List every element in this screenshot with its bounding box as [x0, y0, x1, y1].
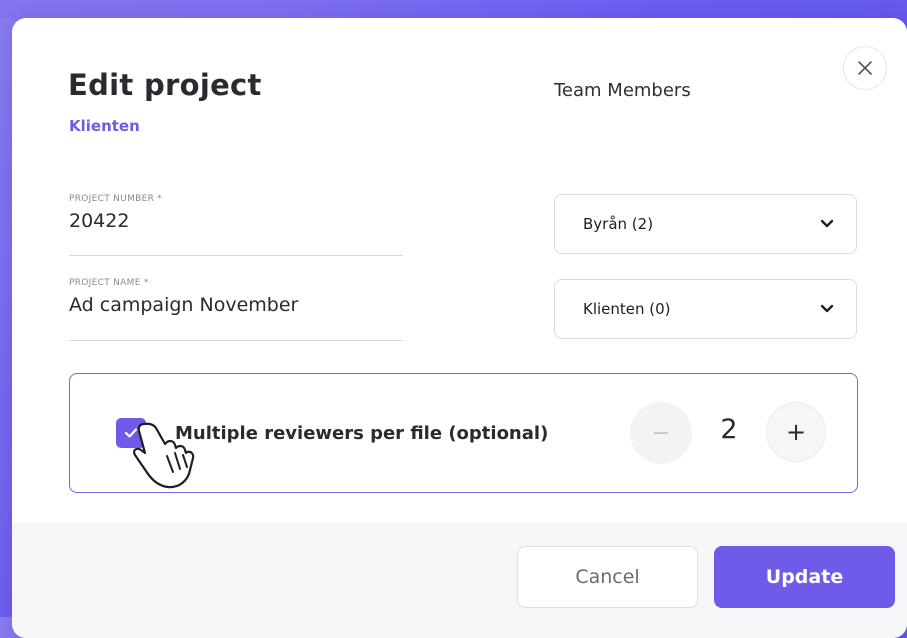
project-number-field[interactable]: PROJECT NUMBER * 20422: [69, 194, 403, 256]
team-select-klienten[interactable]: Klienten (0): [554, 279, 857, 339]
project-number-label: PROJECT NUMBER *: [69, 194, 163, 204]
chevron-down-icon: [820, 304, 834, 313]
client-link[interactable]: Klienten: [69, 117, 140, 135]
team-select-klienten-label: Klienten (0): [583, 300, 671, 318]
chevron-down-icon: [820, 219, 834, 228]
multiple-reviewers-label: Multiple reviewers per file (optional): [175, 423, 549, 444]
dialog-title: Edit project: [68, 68, 262, 102]
close-icon: [858, 61, 872, 75]
reviewer-count: 2: [720, 414, 738, 445]
decrement-button[interactable]: −: [630, 402, 692, 464]
project-name-label: PROJECT NAME *: [69, 278, 149, 288]
team-members-heading: Team Members: [554, 80, 691, 101]
cancel-button[interactable]: Cancel: [517, 546, 698, 608]
increment-button[interactable]: +: [766, 402, 826, 462]
hand-pointer-cursor-icon: [133, 422, 195, 489]
close-button[interactable]: [843, 46, 887, 90]
project-number-value[interactable]: 20422: [69, 210, 403, 232]
update-button[interactable]: Update: [714, 546, 895, 608]
project-name-value[interactable]: Ad campaign November: [69, 294, 403, 316]
team-select-byran[interactable]: Byrån (2): [554, 194, 857, 254]
project-name-field[interactable]: PROJECT NAME * Ad campaign November: [69, 278, 403, 341]
edit-project-dialog: Edit project Klienten Team Members PROJE…: [12, 18, 907, 638]
dialog-footer: Cancel Update: [12, 523, 907, 638]
plus-symbol: +: [785, 418, 807, 446]
minus-symbol: −: [651, 420, 671, 446]
team-select-byran-label: Byrån (2): [583, 215, 654, 233]
